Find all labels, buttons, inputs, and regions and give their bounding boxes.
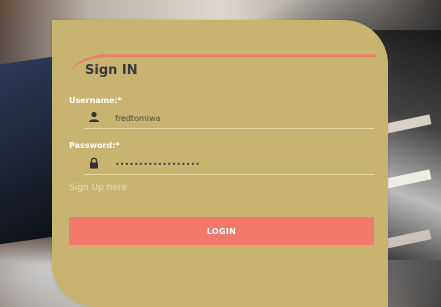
lock-icon bbox=[90, 157, 98, 169]
username-label: Username:* bbox=[69, 96, 122, 105]
password-input[interactable] bbox=[115, 156, 365, 172]
signup-link[interactable]: Sign Up here bbox=[69, 183, 127, 193]
username-input[interactable] bbox=[115, 110, 365, 126]
user-icon bbox=[89, 111, 99, 122]
password-label: Password:* bbox=[69, 141, 120, 150]
login-button[interactable]: LOGIN bbox=[69, 217, 374, 245]
background-book bbox=[0, 55, 60, 245]
form-title: Sign IN bbox=[85, 63, 138, 78]
password-field[interactable] bbox=[84, 154, 374, 175]
username-field[interactable] bbox=[84, 108, 374, 129]
login-card: Sign IN Username:* Password:* Sign Up he… bbox=[52, 20, 388, 307]
